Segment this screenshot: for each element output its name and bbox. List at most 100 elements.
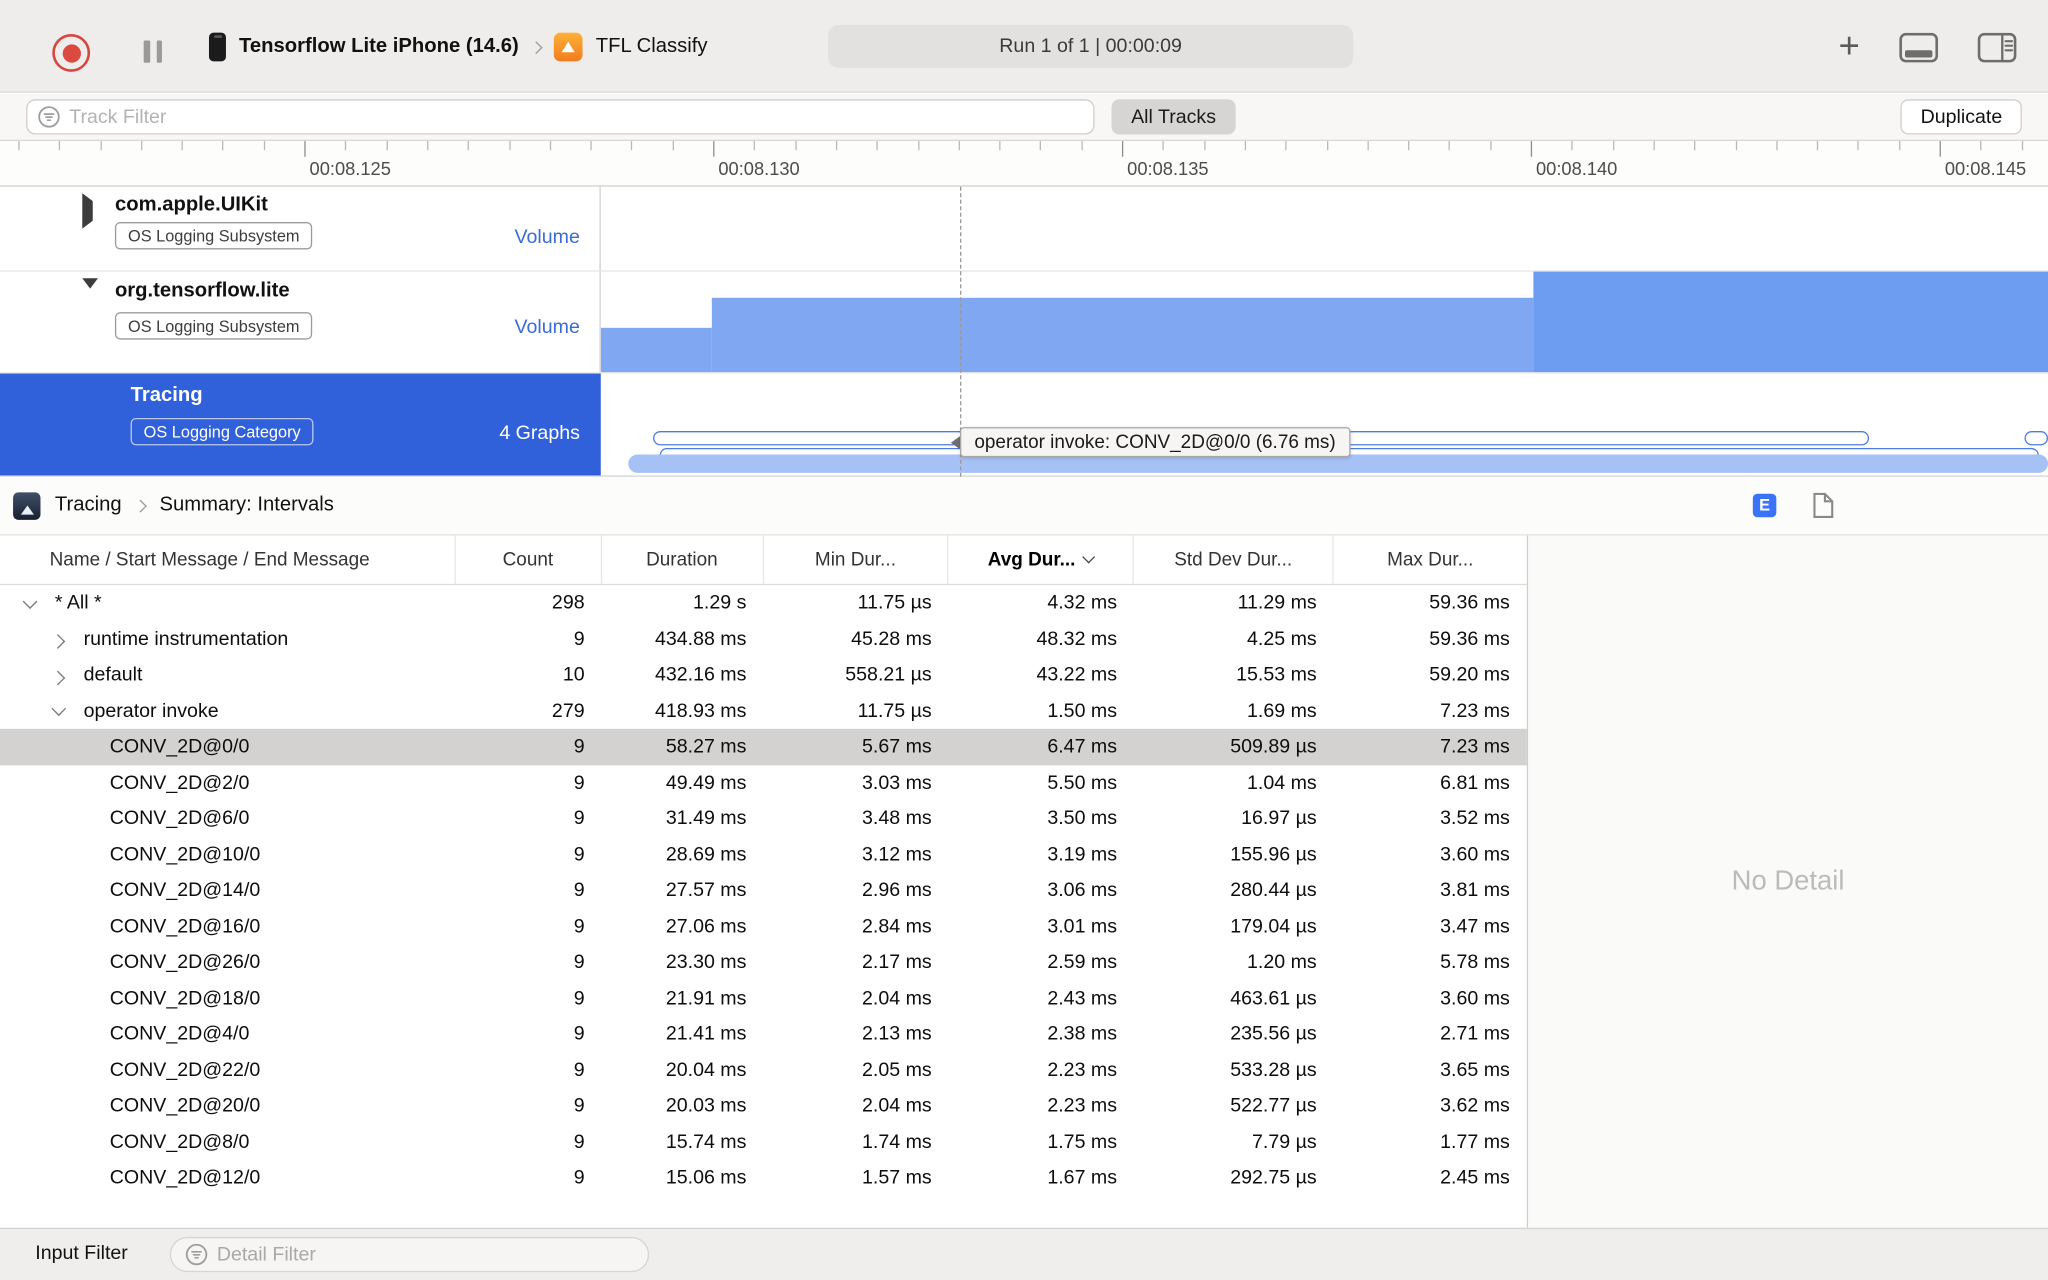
table-row[interactable]: CONV_2D@8/0 9 15.74 ms 1.74 ms 1.75 ms 7.79 µ…	[0, 1124, 1527, 1160]
track-row-uikit[interactable]: com.apple.UIKit OS Logging Subsystem Vol…	[0, 186, 2048, 272]
column-header[interactable]: Name / Start Message / End Message	[0, 535, 456, 584]
table-row[interactable]: CONV_2D@6/0 9 31.49 ms 3.48 ms 3.50 ms 16.97 …	[0, 801, 1527, 837]
extended-detail-icon[interactable]: E	[1752, 493, 1777, 518]
disclosure-collapsed-icon[interactable]	[82, 193, 93, 229]
tooltip-text: operator invoke: CONV_2D@0/0 (6.76 ms)	[960, 427, 1351, 458]
row-name: * All *	[54, 592, 102, 615]
table-row[interactable]: CONV_2D@18/0 9 21.91 ms 2.04 ms 2.43 ms 463.6…	[0, 980, 1527, 1016]
table-row[interactable]: CONV_2D@12/0 9 15.06 ms 1.57 ms 1.67 ms 292.7…	[0, 1160, 1527, 1196]
disclosure-collapsed-icon[interactable]	[50, 621, 84, 657]
ruler-time-label: 00:08.130	[718, 158, 800, 179]
row-value: 27.57 ms	[665, 879, 747, 902]
ruler-minor-tick	[754, 141, 756, 151]
detail-panel: No Detail	[1528, 535, 2048, 1228]
column-header[interactable]: Duration	[602, 535, 764, 584]
ruler-minor-tick	[1612, 141, 1614, 151]
ruler-minor-tick	[1367, 141, 1369, 151]
ruler-minor-tick	[917, 141, 919, 151]
ruler-minor-tick	[1449, 141, 1451, 151]
track-lane-tracing[interactable]: operator invoke: CONV_2D@0/0 (6.76 ms)	[600, 373, 2048, 476]
table-row[interactable]: CONV_2D@22/0 9 20.04 ms 2.05 ms 2.23 ms 533.2…	[0, 1052, 1527, 1088]
volume-area-chart	[600, 271, 2048, 373]
row-value: 434.88 ms	[654, 627, 747, 651]
row-value: 20.03 ms	[665, 1094, 747, 1118]
column-header[interactable]: Count	[455, 535, 602, 584]
breadcrumb-summary-intervals[interactable]: Summary: Intervals	[159, 494, 333, 518]
breadcrumb-tracing[interactable]: Tracing	[55, 494, 122, 518]
add-instrument-button[interactable]: +	[1839, 27, 1860, 64]
detail-filter-input[interactable]	[216, 1243, 634, 1266]
app-icon	[554, 32, 583, 62]
row-value: 9	[573, 627, 585, 651]
record-button[interactable]	[52, 33, 91, 72]
track-row-tracing[interactable]: Tracing OS Logging Category 4 Graphs ope…	[0, 373, 2048, 477]
timeline-ruler[interactable]: 00:08.125 00:08.130 00:08.135 00:08.140 00:0…	[0, 141, 2048, 187]
track-filter-input[interactable]	[69, 105, 1083, 128]
table-row[interactable]: CONV_2D@26/0 9 23.30 ms 2.17 ms 2.59 ms 1.20 …	[0, 944, 1527, 980]
duplicate-button[interactable]: Duplicate	[1901, 99, 2022, 135]
table-row[interactable]: CONV_2D@16/0 9 27.06 ms 2.84 ms 3.01 ms 179.0…	[0, 908, 1527, 944]
input-filter-label: Input Filter	[35, 1242, 128, 1265]
column-header[interactable]: Std Dev Dur...	[1134, 535, 1334, 584]
no-detail-text: No Detail	[1731, 865, 1845, 896]
ruler-minor-tick	[794, 141, 797, 151]
row-name: CONV_2D@16/0	[109, 915, 261, 938]
track-badge: OS Logging Subsystem	[114, 312, 313, 340]
ruler-minor-tick	[876, 141, 878, 151]
disclosure-expanded-icon[interactable]	[82, 278, 98, 309]
toggle-bottom-panel-button[interactable]	[1899, 32, 1939, 62]
track-list: com.apple.UIKit OS Logging Subsystem Vol…	[0, 186, 2048, 477]
table-row[interactable]: CONV_2D@0/0 9 58.27 ms 5.67 ms 6.47 ms 509.89…	[0, 728, 1527, 765]
row-value: 5.50 ms	[1047, 771, 1118, 794]
pause-button[interactable]	[143, 40, 162, 63]
interval-bar[interactable]	[628, 454, 2048, 473]
table-row[interactable]: operator invoke 279 418.93 ms 11.75 µs 1.50 …	[0, 693, 1527, 729]
table-row[interactable]: CONV_2D@20/0 9 20.03 ms 2.04 ms 2.23 ms 522.7…	[0, 1088, 1527, 1124]
row-value: 9	[573, 843, 585, 866]
table-header-row: Name / Start Message / End Message Count D…	[0, 535, 1527, 586]
row-value: 3.12 ms	[862, 843, 932, 866]
track-lane-tensorflow[interactable]	[600, 271, 2048, 373]
track-lane-uikit[interactable]	[600, 186, 2048, 271]
table-row[interactable]: CONV_2D@14/0 9 27.57 ms 2.96 ms 3.06 ms 280.4…	[0, 872, 1527, 908]
table-row[interactable]: CONV_2D@4/0 9 21.41 ms 2.13 ms 2.38 ms 235.56…	[0, 1016, 1527, 1052]
row-value: 10	[562, 663, 585, 687]
row-value: 1.69 ms	[1247, 699, 1317, 722]
track-row-tensorflow[interactable]: org.tensorflow.lite OS Logging Subsystem…	[0, 271, 2048, 374]
column-header[interactable]: Avg Dur...	[949, 535, 1135, 584]
all-tracks-button[interactable]: All Tracks	[1111, 99, 1236, 135]
table-row[interactable]: * All * 298 1.29 s 11.75 µs 4.32 ms 11.29 ms 5…	[0, 585, 1527, 621]
ruler-minor-tick	[181, 141, 183, 151]
column-header[interactable]: Min Dur...	[763, 535, 949, 584]
row-value: 4.32 ms	[1047, 592, 1118, 615]
disclosure-collapsed-icon[interactable]	[50, 657, 84, 693]
document-icon[interactable]	[1813, 492, 1834, 519]
volume-chart-segment	[600, 327, 712, 373]
row-value: 11.75 µs	[857, 699, 932, 722]
row-value: 155.96 µs	[1230, 843, 1317, 866]
interval-tooltip: operator invoke: CONV_2D@0/0 (6.76 ms)	[950, 427, 1351, 458]
track-name: org.tensorflow.lite	[114, 279, 290, 302]
column-header[interactable]: Max Dur...	[1334, 536, 1527, 584]
row-value: 2.43 ms	[1047, 987, 1118, 1010]
table-row[interactable]: runtime instrumentation 9 434.88 ms 45.28 m…	[0, 621, 1527, 657]
interval-bar[interactable]	[2024, 431, 2048, 446]
row-value: 2.96 ms	[862, 879, 932, 902]
toggle-right-panel-button[interactable]	[1977, 32, 2017, 62]
disclosure-expanded-icon[interactable]	[50, 693, 84, 729]
ruler-minor-tick	[59, 141, 61, 151]
table-row[interactable]: CONV_2D@2/0 9 49.49 ms 3.03 ms 5.50 ms 1.04 m…	[0, 765, 1527, 801]
disclosure-expanded-icon[interactable]	[21, 585, 55, 621]
table-row[interactable]: default 10 432.16 ms 558.21 µs 43.22 ms 15.53…	[0, 657, 1527, 693]
row-name: CONV_2D@8/0	[109, 1130, 250, 1153]
table-row[interactable]: CONV_2D@10/0 9 28.69 ms 3.12 ms 3.19 ms 155.9…	[0, 837, 1527, 873]
row-value: 1.50 ms	[1047, 699, 1118, 722]
toolbar: Tensorflow Lite iPhone (14.6) TFL Classi…	[0, 0, 2048, 93]
ruler-major-tick	[1121, 141, 1124, 157]
track-filter-field[interactable]	[26, 99, 1095, 135]
iphone-icon	[208, 32, 226, 62]
ruler-minor-tick	[467, 141, 470, 151]
ruler-minor-tick	[222, 141, 224, 151]
detail-filter-field[interactable]	[169, 1236, 650, 1273]
device-target-selector[interactable]: Tensorflow Lite iPhone (14.6) TFL Classi…	[208, 26, 708, 68]
